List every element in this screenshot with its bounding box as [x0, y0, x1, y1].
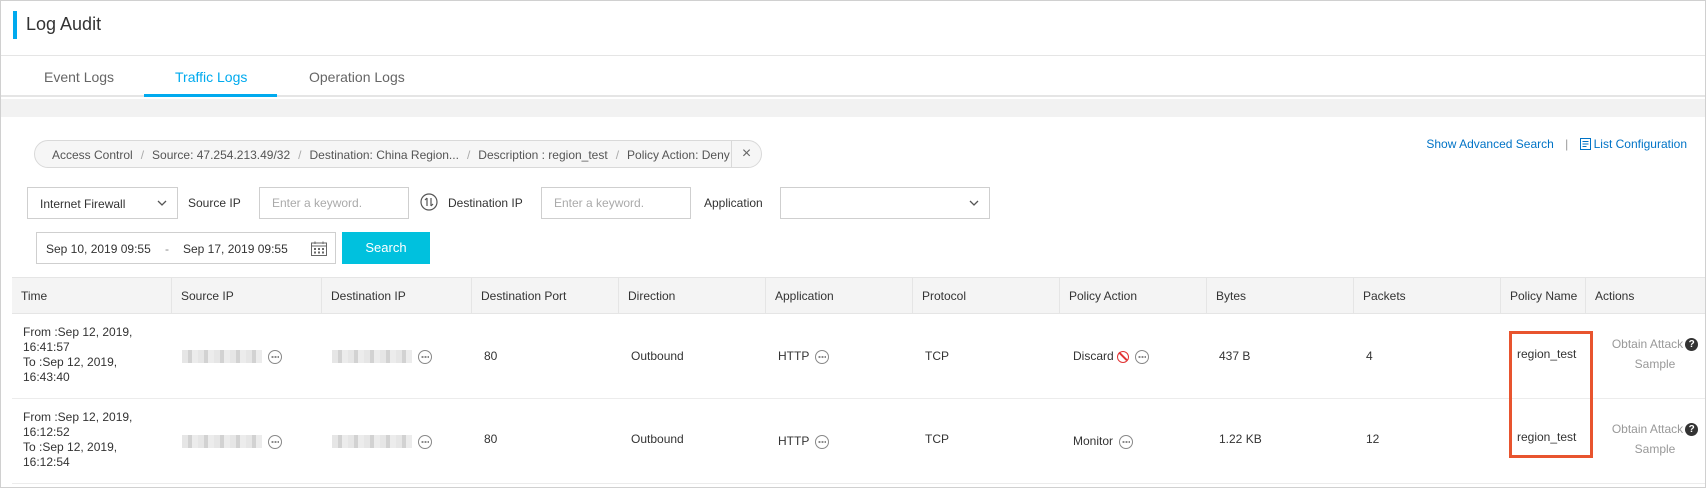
calendar-icon[interactable] — [311, 241, 327, 256]
active-filter-chip: Access Control / Source: 47.254.213.49/32/… — [34, 140, 762, 168]
filter-segment: Source: 47.254.213.49/32 — [152, 148, 291, 162]
column-header-direction: Direction — [619, 278, 766, 315]
source-ip-cell — [182, 434, 282, 449]
date-from: Sep 10, 2019 09:55 — [46, 242, 151, 256]
table-row: From :Sep 12, 2019, 16:41:57 To :Sep 12,… — [12, 314, 1705, 399]
masked-ip — [182, 350, 262, 364]
more-icon[interactable] — [418, 434, 432, 449]
column-header-policy-name: Policy Name — [1501, 278, 1586, 315]
application-label: Application — [704, 196, 763, 210]
column-header-application: Application — [766, 278, 913, 315]
log-tabs: Event Logs Traffic Logs Operation Logs — [1, 57, 1705, 97]
column-header-packets: Packets — [1354, 278, 1501, 315]
destination-ip-label: Destination IP — [448, 196, 523, 210]
column-header-destination-port: Destination Port — [472, 278, 619, 315]
page-title: Log Audit — [26, 14, 102, 34]
direction-cell: Outbound — [631, 432, 684, 446]
help-icon[interactable]: ? — [1685, 423, 1699, 436]
more-icon[interactable] — [268, 349, 282, 364]
search-button[interactable]: Search — [342, 232, 430, 264]
table-header: Time Source IP Destination IP Destinatio… — [12, 277, 1705, 315]
date-to: Sep 17, 2019 09:55 — [183, 242, 288, 256]
policy-action-cell: Discard — [1073, 349, 1149, 364]
packets-cell: 4 — [1366, 349, 1373, 363]
source-ip-label: Source IP — [188, 196, 241, 210]
active-tab-indicator — [144, 94, 277, 97]
direction-cell: Outbound — [631, 349, 684, 363]
application-cell: HTTP — [778, 349, 830, 364]
section-divider — [1, 99, 1705, 117]
application-cell: HTTP — [778, 434, 830, 449]
more-icon[interactable] — [1119, 434, 1134, 449]
deny-icon — [1116, 350, 1129, 363]
date-range-picker[interactable]: Sep 10, 2019 09:55 - Sep 17, 2019 09:55 — [36, 232, 336, 264]
filter-segment: Policy Action: Deny — [627, 148, 730, 162]
masked-ip — [332, 435, 412, 449]
tab-operation-logs[interactable]: Operation Logs — [309, 69, 405, 85]
page-header: Log Audit — [1, 1, 1705, 56]
packets-cell: 12 — [1366, 432, 1380, 446]
source-ip-cell — [182, 349, 282, 364]
destination-ip-input[interactable] — [541, 187, 691, 219]
more-icon[interactable] — [268, 434, 282, 449]
log-audit-page: Log Audit Event Logs Traffic Logs Operat… — [0, 0, 1706, 488]
destination-port-cell: 80 — [484, 432, 498, 446]
list-config-icon — [1579, 138, 1591, 150]
bytes-cell: 1.22 KB — [1219, 432, 1262, 446]
more-icon[interactable] — [815, 434, 830, 449]
list-configuration-link[interactable]: List Configuration — [1579, 137, 1687, 151]
destination-port-cell: 80 — [484, 349, 498, 363]
obtain-attack-sample-link[interactable]: Obtain Attack? Sample — [1601, 334, 1706, 374]
filter-segment: Description : region_test — [478, 148, 608, 162]
column-header-actions: Actions — [1595, 289, 1635, 303]
column-header-policy-action: Policy Action — [1060, 278, 1207, 315]
time-cell: From :Sep 12, 2019, 16:12:52 To :Sep 12,… — [23, 410, 133, 469]
firewall-type-select[interactable]: Internet Firewall — [27, 187, 178, 219]
filter-summary: Access Control / Source: 47.254.213.49/32/… — [52, 148, 730, 162]
column-header-bytes: Bytes — [1207, 278, 1354, 315]
chevron-down-icon — [969, 200, 979, 206]
application-select[interactable] — [780, 187, 990, 219]
more-icon[interactable] — [418, 349, 432, 364]
bytes-cell: 437 B — [1219, 349, 1251, 363]
swap-icon[interactable] — [420, 193, 438, 211]
chevron-down-icon — [157, 200, 167, 206]
filter-segment: Destination: China Region... — [309, 148, 459, 162]
tab-traffic-logs[interactable]: Traffic Logs — [175, 69, 247, 85]
table-row: From :Sep 12, 2019, 16:12:52 To :Sep 12,… — [12, 399, 1705, 484]
column-header-protocol: Protocol — [913, 278, 1060, 315]
search-options-links: Show Advanced Search | List Configuratio… — [1426, 137, 1687, 151]
close-icon[interactable]: × — [731, 141, 761, 167]
column-header-destination-ip: Destination IP — [322, 278, 472, 315]
column-header-time: Time — [12, 278, 172, 315]
time-cell: From :Sep 12, 2019, 16:41:57 To :Sep 12,… — [23, 325, 133, 384]
obtain-attack-sample-link[interactable]: Obtain Attack? Sample — [1601, 419, 1706, 459]
help-icon[interactable]: ? — [1685, 338, 1699, 351]
more-icon[interactable] — [1134, 349, 1149, 364]
masked-ip — [182, 435, 262, 449]
policy-action-cell: Monitor — [1073, 434, 1134, 449]
destination-ip-cell — [332, 434, 432, 449]
show-advanced-search-link[interactable]: Show Advanced Search — [1426, 137, 1553, 151]
protocol-cell: TCP — [925, 349, 949, 363]
masked-ip — [332, 350, 412, 364]
source-ip-input[interactable] — [259, 187, 409, 219]
protocol-cell: TCP — [925, 432, 949, 446]
policy-name-highlight-box — [1509, 331, 1593, 458]
tab-event-logs[interactable]: Event Logs — [44, 69, 114, 85]
destination-ip-cell — [332, 349, 432, 364]
more-icon[interactable] — [815, 349, 830, 364]
title-accent-bar — [13, 11, 17, 39]
column-header-source-ip: Source IP — [172, 278, 322, 315]
filter-segment: Access Control — [52, 148, 133, 162]
